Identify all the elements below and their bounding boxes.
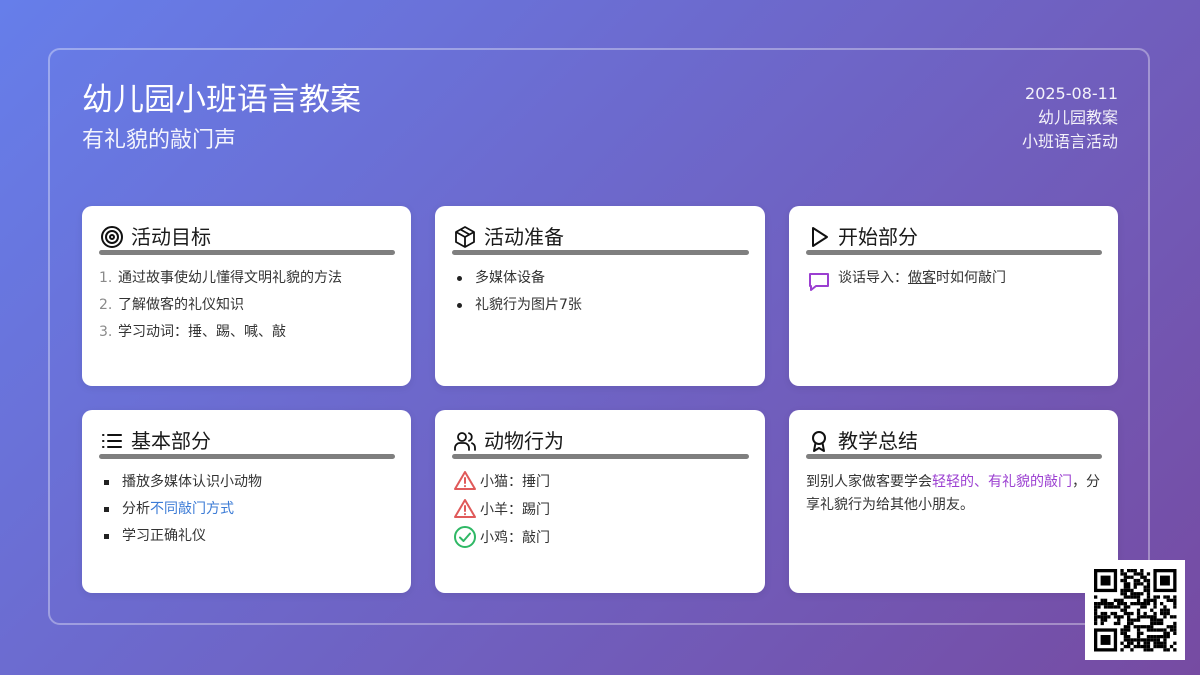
item-text: 通过故事使幼儿懂得文明礼貌的方法: [118, 270, 342, 286]
bullet: [104, 480, 109, 485]
page-title: 幼儿园小班语言教案: [82, 82, 361, 118]
date-label: 2025-08-11: [1025, 84, 1118, 103]
list-item: 2. 了解做客的礼仪知识: [99, 292, 395, 319]
intro-prefix: 谈话导入：: [838, 270, 908, 286]
card-title: 活动目标: [131, 225, 211, 249]
list-item: 小羊：踢门: [452, 495, 749, 523]
item-text: 小羊：踢门: [480, 502, 550, 518]
item-text: 分析: [122, 501, 150, 517]
card-summary: 教学总结 到别人家做客要学会轻轻的、有礼貌的敲门，分享礼貌行为给其他小朋友。: [789, 410, 1118, 593]
card-animals: 动物行为 小猫：捶门 小羊：踢门 小鸡：敲门: [435, 410, 765, 593]
card-title: 开始部分: [838, 225, 918, 249]
summary-highlight: 轻轻的、有礼貌的敲门: [932, 474, 1072, 490]
title-underline: [99, 250, 395, 255]
list-item: 学习正确礼仪: [99, 523, 395, 550]
category-label: 幼儿园教案: [1037, 108, 1118, 127]
warning-icon: [452, 496, 478, 522]
list-item: 小鸡：敲门: [452, 523, 749, 551]
title-underline: [99, 454, 395, 459]
basic-list: 播放多媒体认识小动物 分析 不同敲门方式 学习正确礼仪: [99, 469, 395, 550]
box-icon: [452, 224, 478, 250]
card-basic: 基本部分 播放多媒体认识小动物 分析 不同敲门方式 学习正确礼仪: [82, 410, 411, 593]
card-goals: 活动目标 1. 通过故事使幼儿懂得文明礼貌的方法 2. 了解做客的礼仪知识 3. 学习…: [82, 206, 411, 386]
bullet: [104, 507, 109, 512]
play-icon: [806, 224, 832, 250]
item-link[interactable]: 不同敲门方式: [150, 496, 234, 523]
item-text: 小猫：捶门: [480, 474, 550, 490]
title-underline: [806, 250, 1102, 255]
item-text: 礼貌行为图片7张: [475, 297, 582, 313]
warning-icon: [452, 468, 478, 494]
card-title: 活动准备: [484, 225, 564, 249]
item-number: 1.: [99, 270, 113, 286]
prep-list: 多媒体设备 礼貌行为图片7张: [452, 265, 749, 319]
item-number: 2.: [99, 297, 113, 313]
qr-code-image: [1094, 569, 1177, 652]
item-text: 多媒体设备: [475, 270, 545, 286]
goals-list: 1. 通过故事使幼儿懂得文明礼貌的方法 2. 了解做客的礼仪知识 3. 学习动词：捶、…: [99, 265, 395, 346]
bullet: [457, 276, 462, 281]
item-number: 3.: [99, 324, 113, 340]
summary-text: 到别人家做客要学会轻轻的、有礼貌的敲门，分享礼貌行为给其他小朋友。: [806, 471, 1102, 517]
item-text: 播放多媒体认识小动物: [122, 474, 262, 490]
bullet: [457, 303, 462, 308]
bullet: [104, 534, 109, 539]
item-text: 学习动词：捶、踢、喊、敲: [118, 324, 286, 340]
users-icon: [452, 428, 478, 454]
check-circle-icon: [452, 524, 478, 550]
list-item: 多媒体设备: [452, 265, 749, 292]
activity-type-label: 小班语言活动: [1021, 132, 1118, 151]
intro-link[interactable]: 做客: [908, 270, 936, 286]
intro-row: 谈话导入：做客时如何敲门: [806, 265, 1102, 295]
chat-icon: [806, 269, 832, 295]
list-item: 礼貌行为图片7张: [452, 292, 749, 319]
list-icon: [99, 428, 125, 454]
intro-text: 谈话导入：做客时如何敲门: [838, 265, 1006, 291]
card-prep: 活动准备 多媒体设备 礼貌行为图片7张: [435, 206, 765, 386]
card-title: 动物行为: [484, 429, 564, 453]
list-item: 1. 通过故事使幼儿懂得文明礼貌的方法: [99, 265, 395, 292]
card-title: 基本部分: [131, 429, 211, 453]
list-item: 播放多媒体认识小动物: [99, 469, 395, 496]
animal-list: 小猫：捶门 小羊：踢门 小鸡：敲门: [452, 467, 749, 551]
page-subtitle: 有礼貌的敲门声: [82, 128, 237, 153]
item-text: 学习正确礼仪: [122, 528, 206, 544]
list-item: 分析 不同敲门方式: [99, 496, 395, 523]
list-item: 小猫：捶门: [452, 467, 749, 495]
card-start: 开始部分 谈话导入：做客时如何敲门: [789, 206, 1118, 386]
item-text: 了解做客的礼仪知识: [118, 297, 244, 313]
list-item: 3. 学习动词：捶、踢、喊、敲: [99, 319, 395, 346]
qr-code: [1085, 560, 1185, 660]
target-icon: [99, 224, 125, 250]
card-title: 教学总结: [838, 429, 918, 453]
title-underline: [452, 454, 749, 459]
title-underline: [806, 454, 1102, 459]
meta-info: 2025-08-11 幼儿园教案 小班语言活动: [1022, 82, 1118, 154]
summary-prefix: 到别人家做客要学会: [806, 474, 932, 490]
item-text: 小鸡：敲门: [480, 530, 550, 546]
award-icon: [806, 428, 832, 454]
title-underline: [452, 250, 749, 255]
intro-suffix: 时如何敲门: [936, 270, 1006, 286]
